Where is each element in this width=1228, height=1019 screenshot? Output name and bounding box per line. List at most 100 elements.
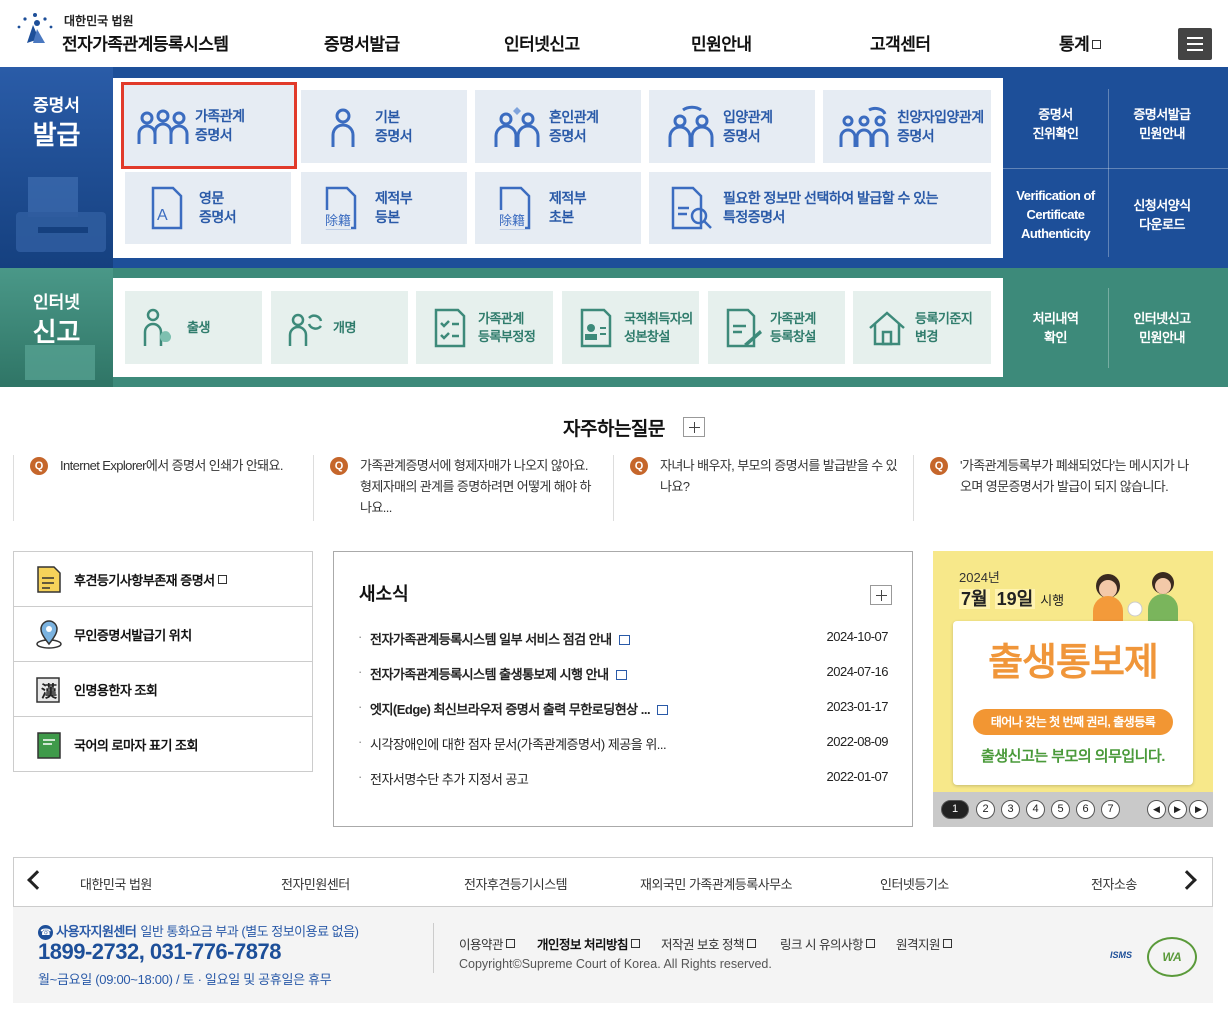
printer-icon: [16, 177, 106, 252]
question-icon: Q: [330, 457, 348, 475]
banner-page-5[interactable]: 5: [1051, 800, 1070, 819]
menu-button[interactable]: [1178, 28, 1212, 60]
quick-link-name-hanja[interactable]: 漢 인명용한자 조회: [14, 662, 312, 717]
family-site-link[interactable]: 재외국민 가족관계등록사무소: [640, 874, 793, 893]
promo-banner[interactable]: 2024년 7월 19일 시행 출생통보제 태어나 갖는 첫 번째 권리, 출생…: [933, 551, 1213, 827]
report-birth[interactable]: 출생: [125, 291, 262, 364]
faq-more-button[interactable]: [683, 417, 705, 437]
couple-heart-icon: [494, 106, 540, 147]
notice-icon: [618, 635, 630, 645]
family-site-link[interactable]: 전자민원센터: [281, 874, 350, 893]
cert-full-adoption[interactable]: 친양자입양관계 증명서: [823, 90, 991, 163]
house-icon: [869, 310, 905, 345]
report-naturalized-surname[interactable]: 국적취득자의 성본창설: [562, 291, 699, 364]
family-next-icon[interactable]: [1177, 870, 1197, 890]
cert-verify-link[interactable]: 증명서 진위확인: [1003, 89, 1108, 159]
family-site-link[interactable]: 전자소송: [1091, 874, 1137, 893]
nav-customer-center[interactable]: 고객센터: [870, 30, 931, 55]
wa-badge: WA: [1147, 937, 1197, 977]
nav-certificate[interactable]: 증명서발급: [324, 30, 400, 55]
certificate-section-label: 증명서 발급: [0, 67, 113, 268]
faq-item[interactable]: Q 가족관계증명서에 형제자매가 나오지 않아요. 형제자매의 관계를 증명하려…: [313, 455, 613, 521]
adoption-icon: [668, 105, 714, 147]
cert-basic[interactable]: 기본 증명서: [301, 90, 467, 163]
banner-next-icon[interactable]: ▶: [1189, 800, 1208, 819]
banner-page-2[interactable]: 2: [976, 800, 995, 819]
quick-links: 후견등기사항부존재 증명서 무인증명서발급기 위치 漢 인명용한자 조회 국어의…: [13, 551, 313, 772]
family-sites: 대한민국 법원 전자민원센터 전자후견등기시스템 재외국민 가족관계등록사무소 …: [13, 857, 1213, 907]
certificate-panel: 가족관계 증명서 기본 증명서 혼인관계 증명서 입양관계 증명서 친양자입양관계 증명서…: [113, 78, 1003, 258]
footer-copyright-link[interactable]: 저작권 보호 정책: [661, 934, 756, 953]
support-hours: 월~금요일 (09:00~18:00) / 토 · 일요일 및 공휴일은 휴무: [38, 972, 332, 987]
report-section: 인터넷 신고 출생 개명 가족관계 등록부정정 국적취득자의 성본창설 가족관계 등록…: [0, 268, 1228, 387]
document-pen-icon: [726, 308, 762, 347]
nav-civil-guide[interactable]: 민원안내: [691, 30, 752, 55]
notice-icon: [657, 705, 669, 715]
banner-prev-icon[interactable]: ◀: [1147, 800, 1166, 819]
question-icon: Q: [930, 457, 948, 475]
report-register-correction[interactable]: 가족관계 등록부정정: [416, 291, 553, 364]
banner-page-6[interactable]: 6: [1076, 800, 1095, 819]
report-section-label: 인터넷 신고: [0, 268, 113, 387]
hanja-book-icon: 漢: [34, 674, 64, 704]
id-document-icon: [580, 308, 612, 347]
family-prev-icon[interactable]: [27, 870, 47, 890]
checklist-icon: [434, 308, 466, 347]
cert-english[interactable]: A 영문 증명서: [125, 172, 291, 244]
family-site-link[interactable]: 전자후견등기시스템: [464, 874, 568, 893]
banner-duty: 출생신고는 부모의 의무입니다.: [981, 748, 1165, 765]
cert-specific[interactable]: 필요한 정보만 선택하여 발급할 수 있는 특정증명서: [649, 172, 991, 244]
news-more-button[interactable]: [870, 585, 892, 605]
court-logo-icon[interactable]: [13, 9, 57, 49]
mother-baby-icon: [143, 308, 172, 346]
document-search-icon: [671, 186, 712, 230]
location-pin-icon: [36, 620, 62, 649]
cert-adoption[interactable]: 입양관계 증명서: [649, 90, 815, 163]
quick-link-guardianship[interactable]: 후견등기사항부존재 증명서: [14, 552, 312, 607]
faq-item[interactable]: Q '가족관계등록부가 폐쇄되었다'는 메시지가 나오며 영문증명서가 발급이 …: [913, 455, 1213, 521]
full-adoption-icon: [839, 106, 889, 147]
green-book-icon: [37, 731, 61, 759]
family-site-link[interactable]: 대한민국 법원: [80, 874, 152, 893]
verification-english-link[interactable]: Verification of Certificate Authenticity: [1003, 177, 1108, 252]
report-register-creation[interactable]: 가족관계 등록창설: [708, 291, 845, 364]
cert-marriage[interactable]: 혼인관계 증명서: [475, 90, 641, 163]
banner-pause-icon[interactable]: ▶: [1168, 800, 1187, 819]
form-download-link[interactable]: 신청서양식 다운로드: [1108, 177, 1216, 252]
report-history-link[interactable]: 처리내역 확인: [1003, 288, 1108, 368]
footer-remote-support-link[interactable]: 원격지원: [896, 934, 952, 953]
cert-guide-link[interactable]: 증명서발급 민원안내: [1108, 89, 1216, 159]
support-phone: 1899-2732, 031-776-7878: [38, 939, 281, 964]
banner-page-3[interactable]: 3: [1001, 800, 1020, 819]
removed-register-icon: 除籍: [491, 186, 543, 230]
footer-privacy-link[interactable]: 개인정보 처리방침: [537, 934, 640, 953]
banner-page-1[interactable]: 1: [941, 800, 969, 819]
faq-item[interactable]: Q Internet Explorer에서 증명서 인쇄가 안돼요.: [13, 455, 313, 521]
nav-internet-report[interactable]: 인터넷신고: [504, 30, 580, 55]
banner-page-4[interactable]: 4: [1026, 800, 1045, 819]
cert-removed-register-copy[interactable]: 除籍 제적부 등본: [301, 172, 467, 244]
banner-page-7[interactable]: 7: [1101, 800, 1120, 819]
banner-pagination: 1 2 3 4 5 6 7 ◀ ▶ ▶: [933, 792, 1213, 827]
report-name-change[interactable]: 개명: [271, 291, 408, 364]
quick-link-kiosk-location[interactable]: 무인증명서발급기 위치: [14, 607, 312, 662]
faq-title: 자주하는질문: [563, 419, 665, 440]
banner-headline: 출생통보제: [988, 642, 1159, 684]
question-icon: Q: [630, 457, 648, 475]
phone-icon: ☎: [38, 925, 53, 940]
cert-removed-register-abstract[interactable]: 除籍 제적부 초본: [475, 172, 641, 244]
footer-link-notice-link[interactable]: 링크 시 유의사항: [780, 934, 875, 953]
logo-title[interactable]: 전자가족관계등록시스템: [62, 30, 229, 55]
report-guide-link[interactable]: 인터넷신고 민원안내: [1108, 288, 1216, 368]
family-site-link[interactable]: 인터넷등기소: [880, 874, 949, 893]
faq-item[interactable]: Q 자녀나 배우자, 부모의 증명서를 발급받을 수 있나요?: [613, 455, 913, 521]
cert-family-relation[interactable]: 가족관계 증명서: [121, 82, 297, 169]
family-people-icon: [137, 109, 189, 144]
laptop-icon: [10, 345, 110, 387]
banner-ribbon: 태어나 갖는 첫 번째 권리, 출생등록: [990, 715, 1156, 729]
header: 대한민국 법원 전자가족관계등록시스템 증명서발급 인터넷신고 민원안내 고객센…: [0, 0, 1228, 67]
report-domicile-change[interactable]: 등록기준지 변경: [853, 291, 991, 364]
nav-statistics[interactable]: 통계: [1059, 30, 1101, 55]
quick-link-romanization[interactable]: 국어의 로마자 표기 조회: [14, 717, 312, 772]
footer-terms-link[interactable]: 이용약관: [459, 934, 515, 953]
